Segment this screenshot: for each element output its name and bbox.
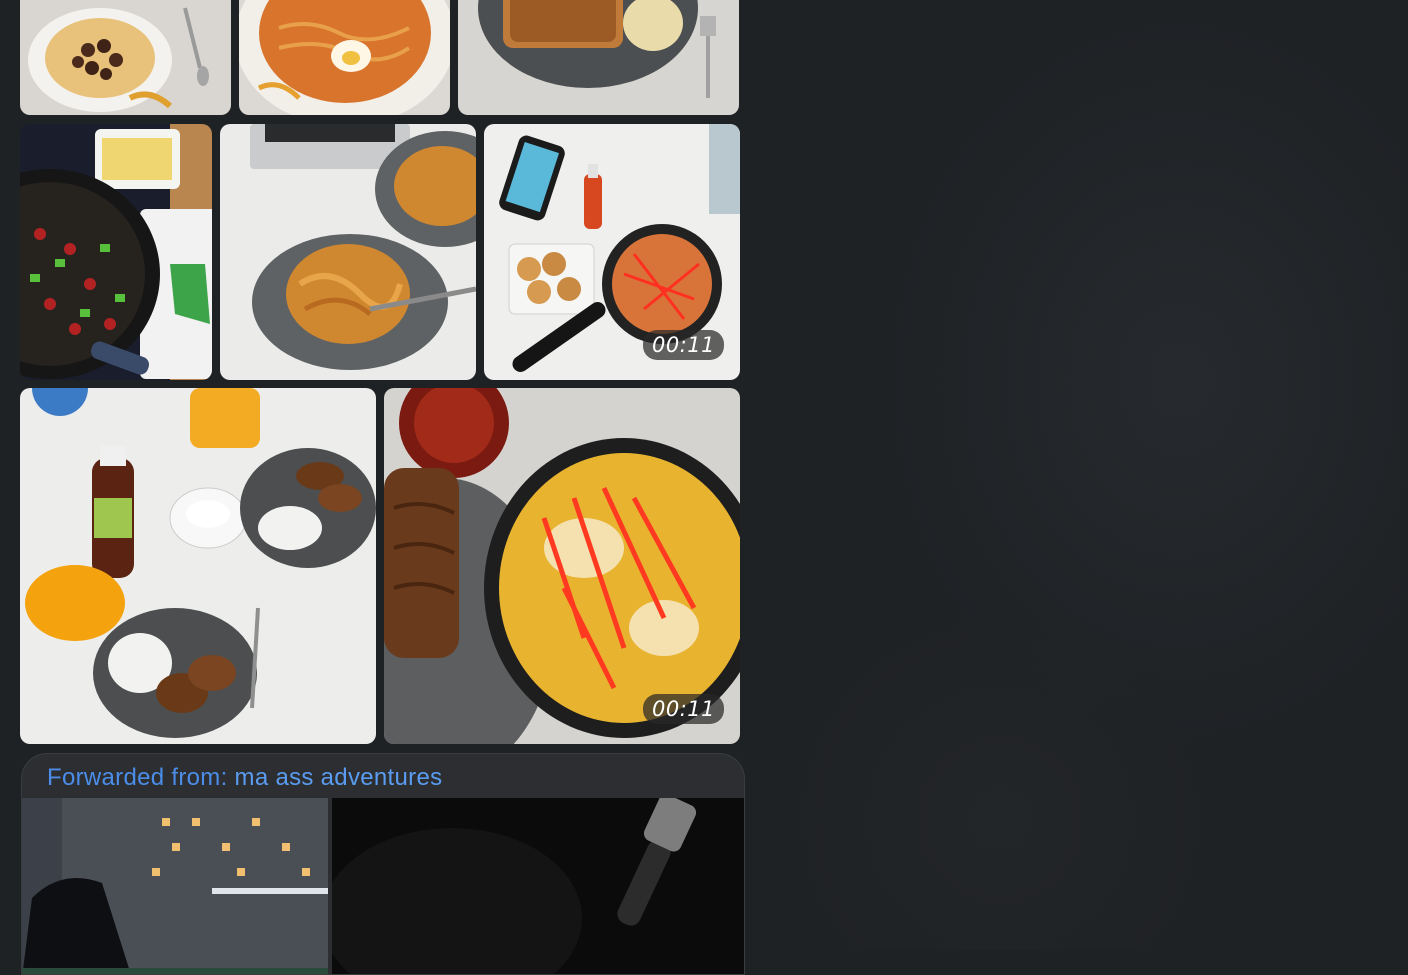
omelette-pan-image [384, 388, 740, 744]
night-building-image [22, 798, 328, 974]
forwarded-message-bubble[interactable]: Forwarded from: ma ass adventures [21, 753, 745, 975]
video-duration-label: 00:11 [642, 330, 724, 360]
photo-tagliatelle[interactable] [220, 124, 476, 380]
forwarded-header: Forwarded from: ma ass adventures [47, 764, 442, 792]
photo-cereal-bowl[interactable] [20, 0, 231, 115]
photo-rice-and-cutlets[interactable] [20, 388, 376, 744]
photo-toast-sandwich[interactable] [458, 0, 739, 115]
cereal-bowl-image [20, 0, 231, 115]
video-duration-label: 00:11 [642, 694, 724, 724]
video-omelette-pan[interactable]: 00:11 [384, 388, 740, 744]
rice-cutlets-image [20, 388, 376, 744]
photo-night-building[interactable] [22, 798, 328, 974]
forwarded-prefix: Forwarded from: [47, 764, 228, 791]
toast-sandwich-image [458, 0, 739, 115]
video-pasta-pan[interactable]: 00:11 [484, 124, 740, 380]
forwarded-source-link[interactable]: ma ass adventures [235, 764, 443, 791]
sausage-pan-image [20, 124, 212, 380]
tagliatelle-image [220, 124, 476, 380]
photo-noodle-soup[interactable] [239, 0, 450, 115]
photo-dark[interactable] [332, 798, 744, 974]
photo-sausage-pan[interactable] [20, 124, 212, 380]
dark-photo-image [332, 798, 744, 974]
noodle-soup-image [239, 0, 450, 115]
